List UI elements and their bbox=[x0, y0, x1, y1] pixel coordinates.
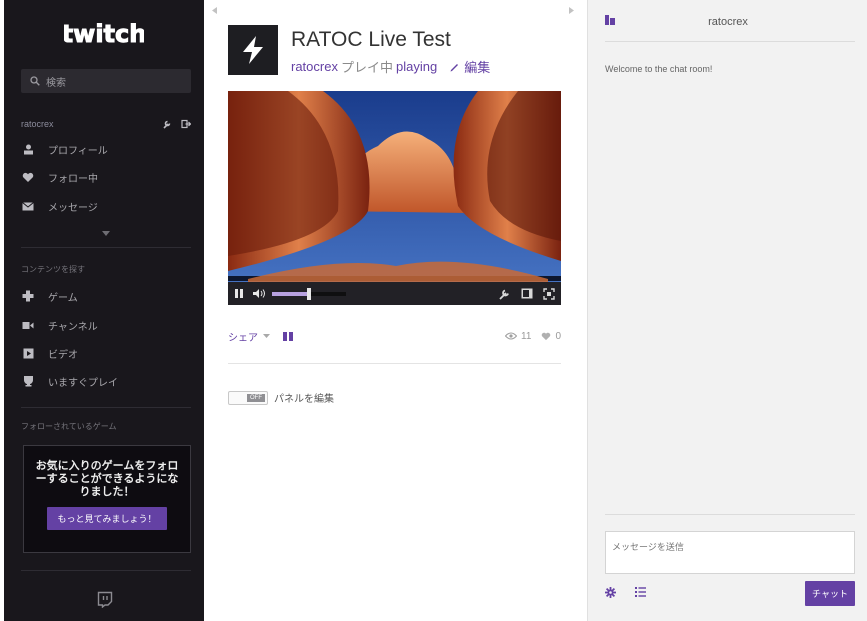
sidebar-item-label: ゲーム bbox=[48, 292, 78, 304]
search-box[interactable]: 検索 bbox=[21, 69, 191, 93]
channel-subtitle: ratocrex プレイ中 playing 編集 bbox=[291, 57, 490, 76]
game-link[interactable]: playing bbox=[396, 59, 437, 74]
search-placeholder: 検索 bbox=[46, 77, 66, 89]
promo-explore-button[interactable]: もっと見てみましょう！ bbox=[47, 507, 167, 530]
panel-edit-toggle[interactable]: OFF bbox=[228, 390, 268, 405]
sidebar-item-label: プロフィール bbox=[48, 145, 108, 157]
chat-welcome-message: Welcome to the chat room! bbox=[605, 64, 713, 74]
pause-icon[interactable] bbox=[234, 288, 244, 299]
sidebar-item-videos[interactable]: ビデオ bbox=[21, 345, 78, 361]
sidebar-divider bbox=[21, 247, 191, 248]
sidebar-item-label: チャンネル bbox=[48, 321, 98, 333]
sidebar-item-label: フォロー中 bbox=[48, 173, 98, 185]
chat-header: ratocrex bbox=[588, 0, 867, 42]
video-frame-image bbox=[228, 91, 561, 305]
share-button[interactable]: シェア bbox=[228, 329, 270, 344]
edit-label: 編集 bbox=[464, 60, 491, 75]
sidebar-item-label: ビデオ bbox=[48, 349, 78, 361]
follower-count-value: 0 bbox=[555, 330, 561, 342]
channel-avatar[interactable] bbox=[228, 25, 278, 75]
eye-icon bbox=[505, 332, 518, 340]
toggle-off-label: OFF bbox=[247, 393, 265, 402]
sidebar-username[interactable]: ratocrex bbox=[21, 119, 54, 129]
sidebar-item-messages[interactable]: メッセージ bbox=[21, 198, 98, 214]
gear-icon[interactable] bbox=[605, 587, 616, 598]
heart-icon bbox=[21, 170, 35, 184]
chevron-down-icon bbox=[263, 333, 270, 338]
browse-heading: コンテンツを探す bbox=[21, 265, 85, 274]
follower-count: 0 bbox=[541, 331, 561, 342]
chat-send-button[interactable]: チャット bbox=[805, 581, 855, 606]
chat-footer-divider bbox=[605, 514, 855, 515]
share-label: シェア bbox=[228, 332, 258, 344]
volume-handle[interactable] bbox=[307, 287, 311, 300]
twitch-glitch-icon[interactable] bbox=[97, 591, 113, 613]
panel-edit-label: パネルを編集 bbox=[274, 394, 334, 405]
bookmark-icon[interactable] bbox=[283, 331, 293, 341]
followed-games-heading: フォローされているゲーム bbox=[21, 422, 117, 431]
channel-stats: 11 0 bbox=[505, 331, 561, 342]
fullscreen-icon[interactable] bbox=[543, 287, 555, 300]
gamepad-icon bbox=[21, 289, 35, 303]
status-text: プレイ中 bbox=[340, 60, 393, 75]
viewer-count: 11 bbox=[505, 331, 531, 342]
follow-games-promo: お気に入りのゲームをフォローすることができるようになりました！ もっと見てみまし… bbox=[23, 445, 191, 553]
sidebar-divider bbox=[21, 407, 191, 408]
player-controls bbox=[228, 282, 561, 305]
camera-icon bbox=[21, 318, 35, 332]
volume-level bbox=[272, 291, 309, 296]
player-settings-icon[interactable] bbox=[499, 288, 511, 300]
chat-panel: ratocrex Welcome to the chat room! チャット bbox=[587, 0, 867, 621]
collapse-left-icon[interactable] bbox=[212, 6, 217, 16]
search-icon bbox=[30, 76, 40, 86]
sidebar: twitch 検索 ratocrex プロフィール フォロー中 メッセージ コン… bbox=[4, 0, 204, 621]
theater-mode-icon[interactable] bbox=[521, 288, 533, 299]
sidebar-item-games[interactable]: ゲーム bbox=[21, 288, 78, 304]
channel-owner-link[interactable]: ratocrex bbox=[291, 59, 338, 74]
trophy-icon bbox=[21, 374, 35, 388]
app-window: twitch 検索 ratocrex プロフィール フォロー中 メッセージ コン… bbox=[0, 0, 867, 621]
edit-button[interactable]: 編集 bbox=[449, 57, 490, 76]
lightning-icon bbox=[243, 36, 263, 64]
play-icon bbox=[21, 346, 35, 360]
volume-icon[interactable] bbox=[252, 288, 266, 299]
logo-wordmark: twitch bbox=[64, 20, 144, 48]
sidebar-item-label: メッセージ bbox=[48, 202, 98, 214]
user-row: ratocrex bbox=[21, 117, 191, 131]
expand-more-icon[interactable] bbox=[102, 224, 110, 242]
viewer-count-value: 11 bbox=[521, 330, 532, 342]
twitch-logo[interactable]: twitch bbox=[61, 16, 147, 52]
heart-icon bbox=[542, 332, 551, 340]
chat-header-divider bbox=[605, 41, 855, 42]
panel-edit-row: OFF パネルを編集 bbox=[228, 390, 334, 405]
person-icon bbox=[21, 142, 35, 156]
logout-icon[interactable] bbox=[181, 119, 191, 129]
collapse-right-icon[interactable] bbox=[569, 6, 574, 16]
pencil-icon bbox=[450, 64, 459, 72]
chat-message-input[interactable] bbox=[605, 531, 855, 574]
sidebar-item-profile[interactable]: プロフィール bbox=[21, 141, 108, 157]
channel-title: RATOC Live Test bbox=[291, 28, 451, 51]
sidebar-divider bbox=[21, 570, 191, 571]
sidebar-item-following[interactable]: フォロー中 bbox=[21, 169, 98, 185]
share-row: シェア 11 0 bbox=[228, 329, 561, 344]
promo-text: お気に入りのゲームをフォローすることができるようになりました！ bbox=[35, 460, 179, 498]
main-divider bbox=[228, 363, 561, 364]
sidebar-item-channels[interactable]: チャンネル bbox=[21, 317, 98, 333]
sidebar-item-play-now[interactable]: いますぐプレイ bbox=[21, 373, 118, 389]
wrench-icon[interactable] bbox=[162, 119, 172, 129]
sidebar-item-label: いますぐプレイ bbox=[48, 377, 118, 389]
channel-main: RATOC Live Test ratocrex プレイ中 playing 編集 bbox=[204, 0, 587, 621]
envelope-icon bbox=[21, 199, 35, 213]
volume-slider[interactable] bbox=[272, 287, 346, 300]
chat-room-name: ratocrex bbox=[708, 16, 748, 28]
viewer-list-icon[interactable] bbox=[635, 587, 646, 597]
video-player[interactable] bbox=[228, 91, 561, 305]
